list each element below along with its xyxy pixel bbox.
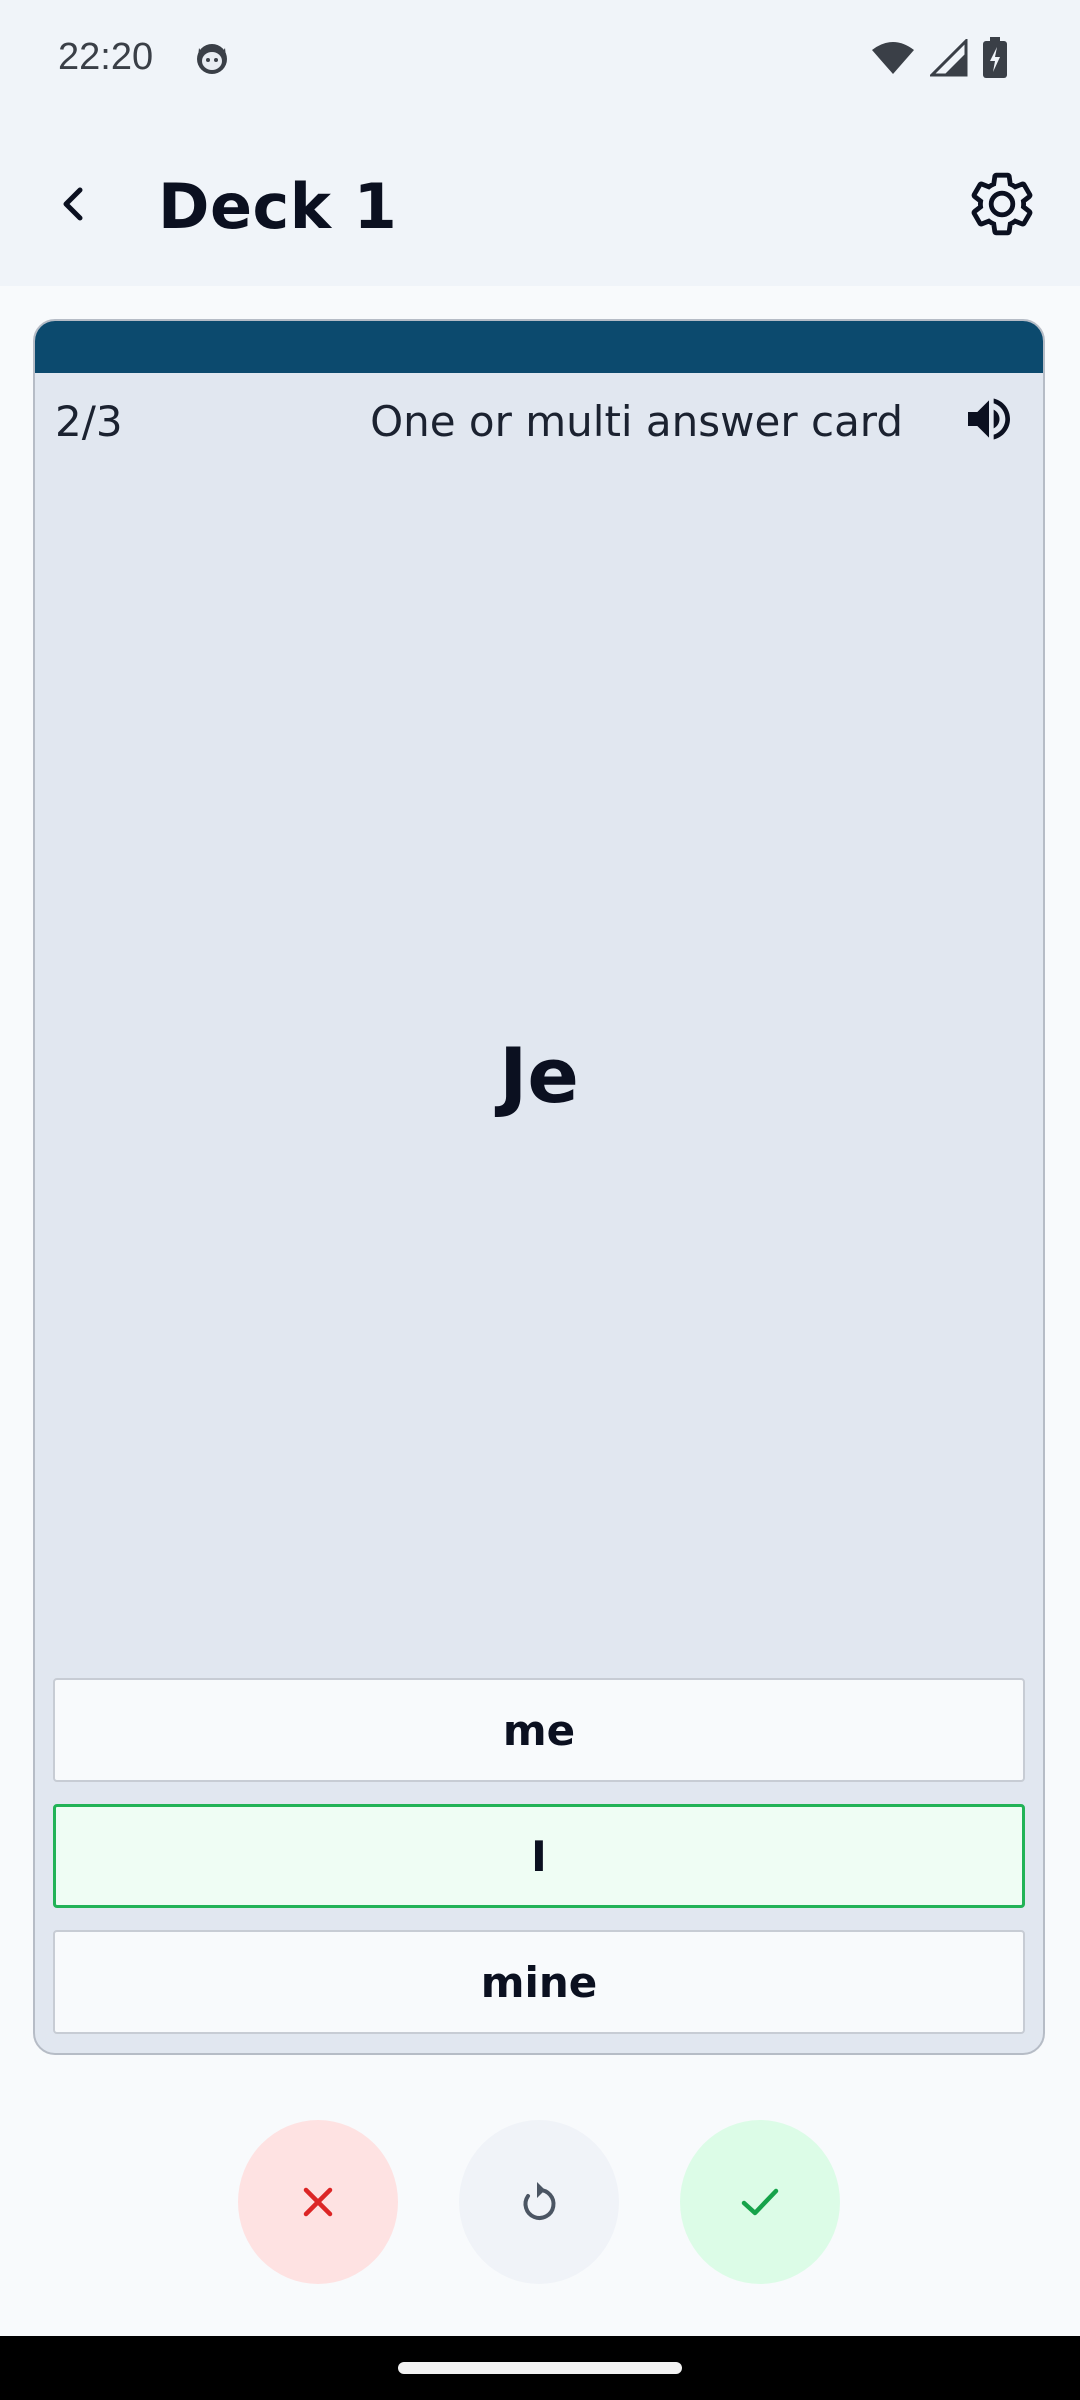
answer-option-me[interactable]: me — [53, 1678, 1025, 1782]
page-title: Deck 1 — [158, 170, 398, 243]
check-icon — [741, 2188, 779, 2216]
home-gesture-bar[interactable] — [398, 2362, 682, 2374]
flashcard: 2/3 One or multi answer card Je me I min… — [33, 319, 1045, 2055]
battery-charging-icon — [983, 37, 1007, 78]
card-word: Je — [499, 1031, 579, 1120]
mark-wrong-button[interactable] — [238, 2120, 398, 2284]
app-bar: Deck 1 — [0, 118, 1080, 286]
mark-right-button[interactable] — [680, 2120, 840, 2284]
reset-button[interactable] — [459, 2120, 619, 2284]
status-time: 22:20 — [58, 36, 154, 78]
card-counter: 2/3 — [55, 397, 123, 446]
cat-icon — [197, 44, 227, 74]
play-sound-button[interactable] — [957, 387, 1021, 451]
settings-button[interactable] — [960, 162, 1044, 246]
refresh-icon — [523, 2182, 556, 2220]
card-header-band — [35, 321, 1043, 373]
system-nav-bar — [0, 2336, 1080, 2400]
wifi-icon — [872, 42, 914, 74]
cellular-signal-icon — [930, 39, 968, 77]
card-type-label: One or multi answer card — [370, 397, 903, 446]
answer-option-i[interactable]: I — [53, 1804, 1025, 1908]
speaker-icon — [968, 398, 1010, 440]
close-icon — [303, 2187, 333, 2217]
answer-option-mine[interactable]: mine — [53, 1930, 1025, 2034]
status-icons — [870, 36, 1008, 80]
status-bar: 22:20 — [0, 0, 1080, 118]
back-button[interactable] — [44, 174, 104, 234]
gear-icon — [971, 172, 1033, 236]
chevron-left-icon — [63, 187, 83, 221]
